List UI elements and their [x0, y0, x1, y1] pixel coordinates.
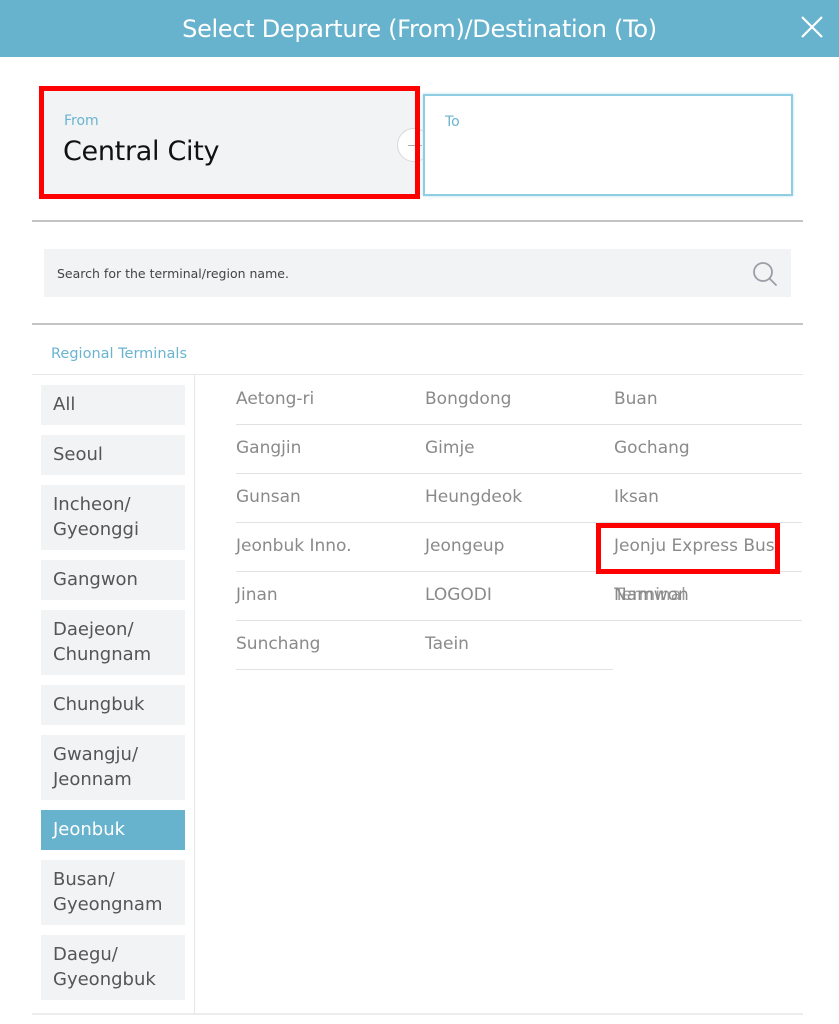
region-label: Chungbuk: [53, 694, 145, 715]
dialog-header: Select Departure (From)/Destination (To): [0, 0, 839, 57]
region-item[interactable]: Daegu/Gyeongbuk: [41, 935, 185, 1000]
terminal-item[interactable]: Bongdong: [425, 389, 511, 409]
region-label: Gangwon: [53, 569, 138, 590]
from-value: Central City: [63, 136, 220, 167]
terminal-item[interactable]: Jinan: [236, 585, 278, 605]
terminal-item[interactable]: Gimje: [425, 438, 475, 458]
terminal-item[interactable]: Gangjin: [236, 438, 301, 458]
terminal-row: Gangjin Gimje Gochang: [236, 425, 802, 474]
region-item[interactable]: Daejeon/Chungnam: [41, 610, 185, 675]
terminal-item[interactable]: Taein: [425, 634, 469, 654]
region-label: Chungnam: [53, 644, 152, 665]
to-field[interactable]: To: [423, 94, 793, 196]
close-icon: [801, 16, 823, 38]
region-label: Jeonnam: [53, 769, 132, 790]
region-item[interactable]: Chungbuk: [41, 685, 185, 725]
overflow-text: Terminal: [614, 585, 686, 605]
terminal-item[interactable]: Gunsan: [236, 487, 301, 507]
from-field[interactable]: From Central City: [44, 91, 415, 194]
region-label: Incheon/: [53, 494, 131, 515]
terminal-item[interactable]: Iksan: [614, 487, 659, 507]
section-title: Regional Terminals: [51, 346, 187, 362]
dialog-title: Select Departure (From)/Destination (To): [182, 14, 657, 43]
divider: [32, 220, 803, 222]
terminal-item[interactable]: Jeonbuk Inno.: [236, 536, 352, 556]
region-item[interactable]: Jeonbuk: [41, 810, 185, 850]
terminal-row: Jeonbuk Inno. Jeongeup Jeonju Express Bus: [236, 523, 802, 572]
region-label: Gyeongnam: [53, 894, 163, 915]
region-label: Daegu/: [53, 944, 118, 965]
region-label: Seoul: [53, 444, 103, 465]
from-label: From: [64, 113, 99, 129]
region-item[interactable]: Busan/Gyeongnam: [41, 860, 185, 925]
region-item[interactable]: All: [41, 385, 185, 425]
terminal-item[interactable]: Heungdeok: [425, 487, 522, 507]
region-label: Jeonbuk: [53, 819, 126, 840]
terminal-item[interactable]: LOGODI: [425, 585, 492, 605]
terminal-row: Gunsan Heungdeok Iksan: [236, 474, 802, 523]
terminal-grid: Aetong-ri Bongdong Buan Gangjin Gimje Gochang…: [236, 376, 802, 670]
region-label: Gwangju/: [53, 744, 139, 765]
terminal-item[interactable]: Sunchang: [236, 634, 320, 654]
close-button[interactable]: [799, 12, 825, 42]
region-list: All Seoul Incheon/Gyeonggi Gangwon Daejeon/C…: [41, 385, 185, 1010]
region-label: Gyeongbuk: [53, 969, 156, 990]
terminal-row: Aetong-ri Bongdong Buan: [236, 376, 802, 425]
divider: [32, 323, 803, 325]
terminal-row: Jinan LOGODI Namwon Terminal: [236, 572, 802, 621]
terminal-item[interactable]: Aetong-ri: [236, 389, 314, 409]
region-label: Daejeon/: [53, 619, 134, 640]
region-item[interactable]: Incheon/Gyeonggi: [41, 485, 185, 550]
region-label: Gyeonggi: [53, 519, 139, 540]
region-label: All: [53, 394, 76, 415]
terminal-item[interactable]: Jeonju Express Bus: [614, 536, 775, 556]
region-item[interactable]: Gwangju/Jeonnam: [41, 735, 185, 800]
divider: [32, 1013, 803, 1015]
region-label: Busan/: [53, 869, 115, 890]
search-input[interactable]: [44, 249, 744, 297]
region-item[interactable]: Seoul: [41, 435, 185, 475]
terminal-item[interactable]: Jeongeup: [425, 536, 504, 556]
to-label: To: [445, 114, 460, 130]
terminal-item[interactable]: Gochang: [614, 438, 690, 458]
search-icon[interactable]: [751, 260, 779, 288]
terminal-item[interactable]: Buan: [614, 389, 658, 409]
vertical-divider: [194, 375, 195, 1014]
search-box: [44, 249, 791, 297]
terminal-row: Sunchang Taein: [236, 621, 613, 670]
region-item[interactable]: Gangwon: [41, 560, 185, 600]
divider: [32, 374, 803, 375]
